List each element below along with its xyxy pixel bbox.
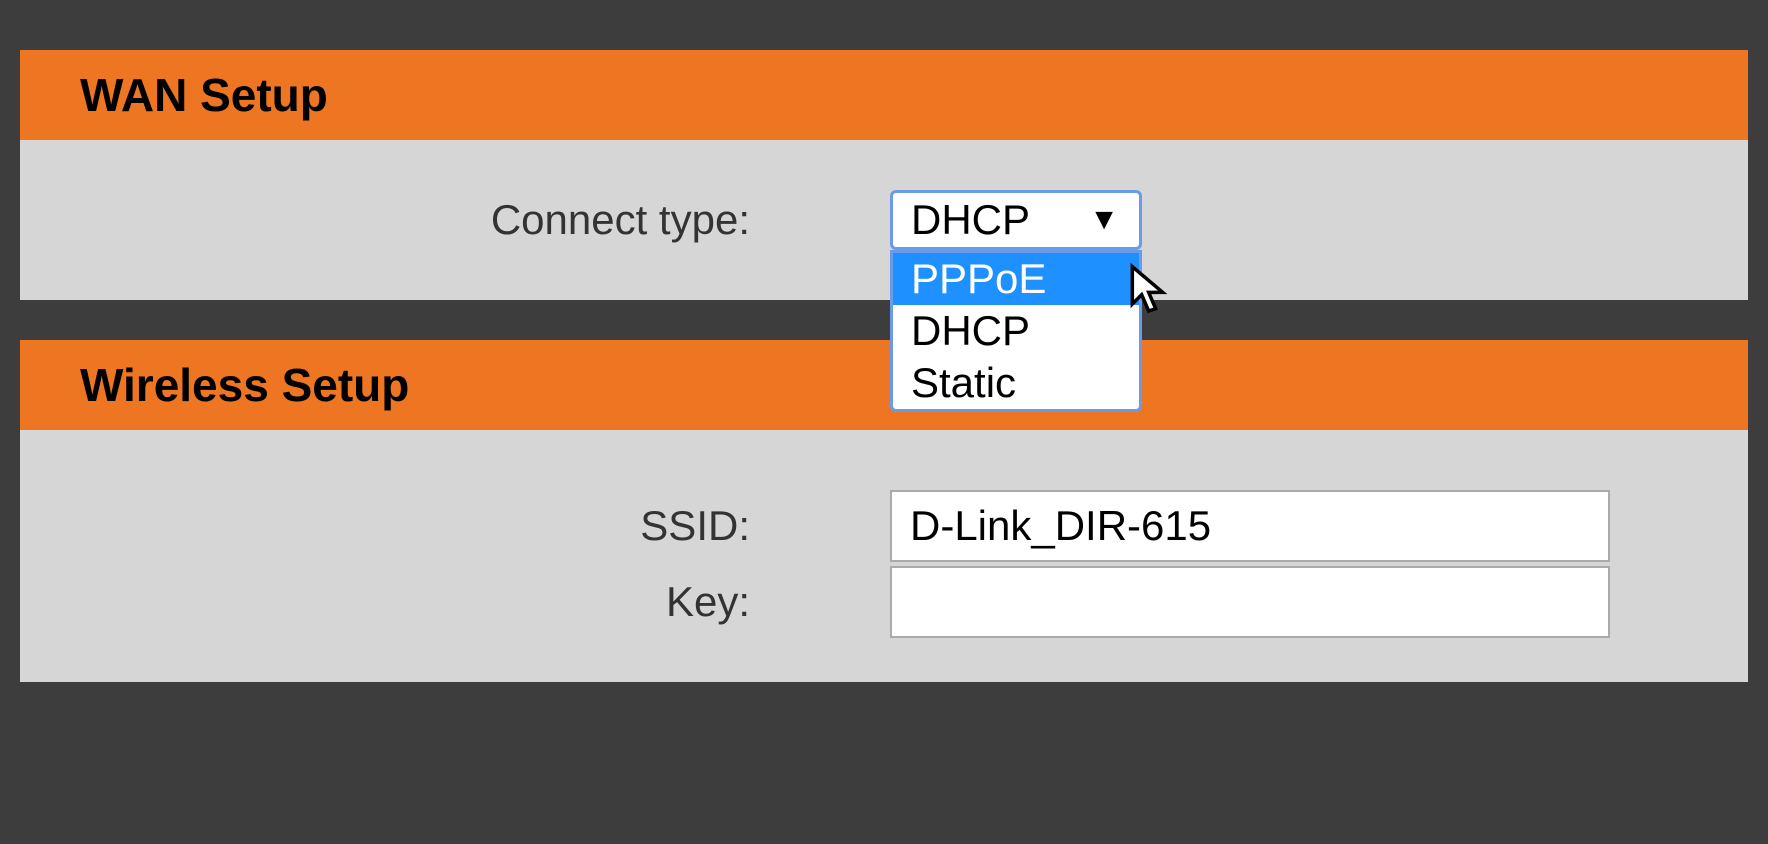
wan-setup-body: Connect type: DHCP ▼ PPPoE DHCP Static [20, 140, 1748, 300]
wireless-setup-header: Wireless Setup [20, 340, 1748, 430]
connect-type-option-dhcp[interactable]: DHCP [893, 305, 1139, 357]
ssid-input[interactable] [890, 490, 1610, 562]
chevron-down-icon: ▼ [1089, 203, 1119, 237]
key-label: Key: [20, 578, 890, 626]
wan-setup-header: WAN Setup [20, 50, 1748, 140]
wan-setup-section: WAN Setup Connect type: DHCP ▼ PPPoE DHC… [20, 50, 1748, 300]
connect-type-label: Connect type: [20, 196, 890, 244]
ssid-label: SSID: [20, 502, 890, 550]
wireless-setup-body: SSID: Key: [20, 430, 1748, 682]
ssid-row: SSID: [20, 490, 1748, 562]
key-row: Key: [20, 566, 1748, 638]
connect-type-select-wrap: DHCP ▼ PPPoE DHCP Static [890, 190, 1142, 250]
wireless-setup-section: Wireless Setup SSID: Key: [20, 340, 1748, 682]
connect-type-option-static[interactable]: Static [893, 357, 1139, 409]
connect-type-option-pppoe[interactable]: PPPoE [893, 253, 1139, 305]
connect-type-select[interactable]: DHCP ▼ [890, 190, 1142, 250]
key-input[interactable] [890, 566, 1610, 638]
connect-type-dropdown: PPPoE DHCP Static [890, 250, 1142, 412]
connect-type-row: Connect type: DHCP ▼ PPPoE DHCP Static [20, 190, 1748, 250]
connect-type-selected-value: DHCP [911, 196, 1030, 244]
